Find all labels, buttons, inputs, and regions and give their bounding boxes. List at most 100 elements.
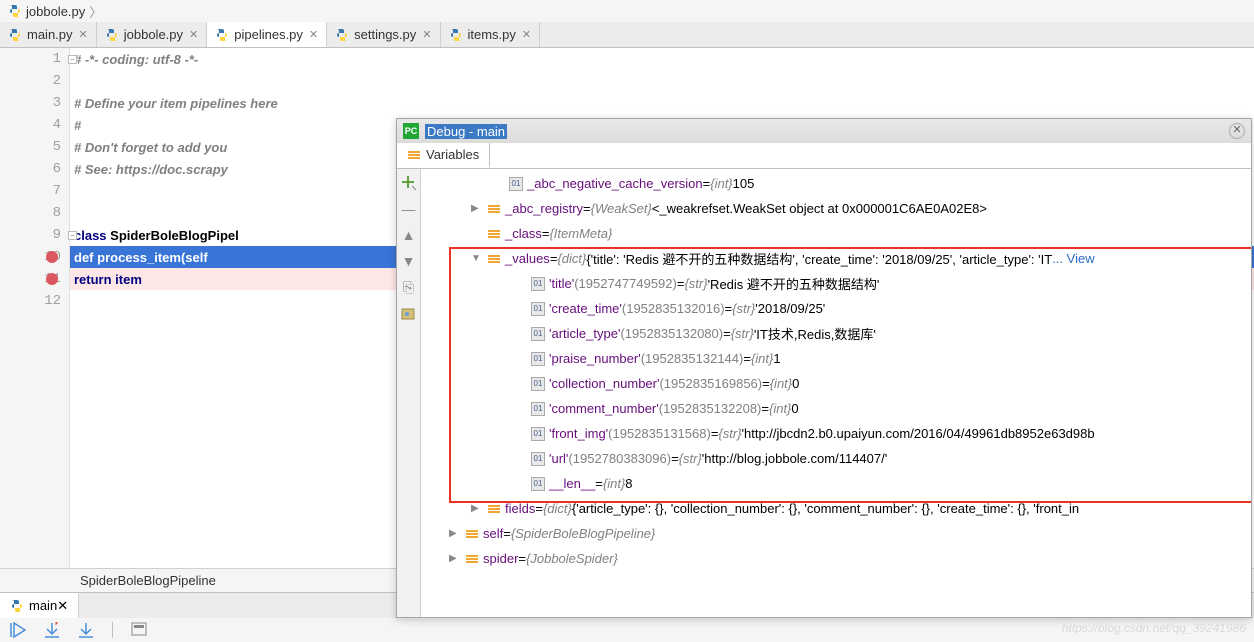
gutter-line[interactable]: 7 — [0, 180, 69, 202]
tab-jobbole-py[interactable]: jobbole.py ✕ — [97, 22, 208, 47]
code-line[interactable] — [70, 70, 1254, 92]
close-icon[interactable]: ✕ — [57, 598, 68, 614]
variable-row[interactable]: ▶_abc_registry = {WeakSet} <_weakrefset.… — [421, 196, 1251, 221]
variable-type: {int} — [603, 476, 625, 491]
tab-main-py[interactable]: main.py✕ — [0, 22, 97, 47]
variable-row[interactable]: 01'comment_number' (1952835132208) = {in… — [421, 396, 1251, 421]
step-into-icon[interactable] — [44, 622, 60, 638]
variable-value: 'http://blog.jobbole.com/114407/' — [702, 451, 887, 466]
evaluate-icon[interactable] — [131, 622, 147, 638]
gutter-line[interactable]: 1− — [0, 48, 69, 70]
variable-row[interactable]: ▼_values = {dict} {'title': 'Redis 避不开的五… — [421, 246, 1251, 271]
variable-row[interactable]: 01'front_img' (1952835131568) = {str} 'h… — [421, 421, 1251, 446]
expand-arrow-icon[interactable]: ▶ — [471, 503, 483, 514]
variable-address: (1952780383096) — [568, 451, 671, 466]
gutter-line[interactable]: 9− — [0, 224, 69, 246]
code-line[interactable]: # -*- coding: utf-8 -*- — [70, 48, 1254, 70]
gutter-line[interactable]: 2 — [0, 70, 69, 92]
variable-row[interactable]: ▶self = {SpiderBoleBlogPipeline} — [421, 521, 1251, 546]
tab-settings-py[interactable]: settings.py ✕ — [327, 22, 440, 47]
variable-name: _values — [505, 251, 550, 266]
variable-row[interactable]: 01__len__ = {int} 8 — [421, 471, 1251, 496]
breakpoint-icon[interactable] — [46, 273, 58, 285]
gutter-line[interactable]: 11 — [0, 268, 69, 290]
variable-row[interactable]: 01'collection_number' (1952835169856) = … — [421, 371, 1251, 396]
gutter-line[interactable]: 8 — [0, 202, 69, 224]
debug-title-text: Debug - main — [425, 124, 507, 139]
separator — [112, 622, 113, 638]
view-link[interactable]: ... View — [1052, 251, 1094, 266]
expand-arrow-icon[interactable]: ▶ — [449, 553, 461, 564]
gutter-line[interactable]: 4 — [0, 114, 69, 136]
variable-row[interactable]: 01'url' (1952780383096) = {str} 'http://… — [421, 446, 1251, 471]
up-icon[interactable]: ▲ — [401, 227, 417, 243]
close-icon[interactable]: ✕ — [522, 28, 531, 41]
remove-icon[interactable]: — — [401, 201, 417, 217]
variable-type: {str} — [679, 451, 702, 466]
python-file-icon — [10, 599, 24, 613]
expand-arrow-icon[interactable]: ▶ — [449, 528, 461, 539]
variable-address: (1952835132208) — [659, 401, 762, 416]
step-over-icon[interactable] — [78, 622, 94, 638]
equals: = — [743, 351, 751, 366]
gutter-line[interactable]: 12 — [0, 290, 69, 312]
close-icon[interactable]: ✕ — [309, 28, 318, 41]
variable-name: 'front_img' — [549, 426, 608, 441]
fold-icon[interactable]: − — [68, 231, 77, 240]
variable-value: 105 — [733, 176, 755, 191]
value-icon: 01 — [509, 177, 523, 191]
variable-row[interactable]: ▶spider = {JobboleSpider} — [421, 546, 1251, 571]
gutter: 1−23456789−101112 — [0, 48, 70, 568]
tab-pipelines-py[interactable]: pipelines.py✕ — [207, 22, 327, 47]
variable-row[interactable]: 01'create_time' (1952835132016) = {str} … — [421, 296, 1251, 321]
equals: = — [677, 276, 685, 291]
tab-label: settings.py — [354, 27, 416, 42]
dict-icon — [487, 252, 501, 266]
add-watch-icon[interactable] — [401, 175, 417, 191]
close-icon[interactable]: ✕ — [189, 28, 198, 41]
variable-address: (1952835132144) — [641, 351, 744, 366]
variable-row[interactable]: _class = {ItemMeta} — [421, 221, 1251, 246]
gutter-line[interactable]: 3 — [0, 92, 69, 114]
variable-row[interactable]: 01'praise_number' (1952835132144) = {int… — [421, 346, 1251, 371]
equals: = — [711, 426, 719, 441]
variable-name: self — [483, 526, 503, 541]
gutter-line[interactable]: 10 — [0, 246, 69, 268]
value-icon: 01 — [531, 452, 545, 466]
variables-tab[interactable]: Variables — [397, 143, 490, 168]
copy-icon[interactable]: ⎘ — [401, 279, 417, 295]
variable-tree[interactable]: 01_abc_negative_cache_version = {int} 10… — [421, 169, 1251, 617]
equals: = — [762, 376, 770, 391]
debug-titlebar[interactable]: PC Debug - main ✕ — [397, 119, 1251, 143]
run-tab-main[interactable]: main ✕ — [0, 593, 79, 618]
variable-row[interactable]: ▶fields = {dict} {'article_type': {}, 'c… — [421, 496, 1251, 521]
code-line[interactable]: # Define your item pipelines here — [70, 92, 1254, 114]
tab-label: jobbole.py — [124, 27, 183, 42]
variable-row[interactable]: 01_abc_negative_cache_version = {int} 10… — [421, 171, 1251, 196]
expand-arrow-icon[interactable]: ▼ — [471, 253, 483, 264]
variable-name: fields — [505, 501, 535, 516]
close-icon[interactable]: ✕ — [1229, 123, 1245, 139]
variable-value: 'Redis 避不开的五种数据结构' — [708, 274, 880, 293]
down-icon[interactable]: ▼ — [401, 253, 417, 269]
variable-row[interactable]: 01'article_type' (1952835132080) = {str}… — [421, 321, 1251, 346]
expand-arrow-icon[interactable]: ▶ — [471, 203, 483, 214]
breakpoint-icon[interactable] — [46, 251, 58, 263]
value-icon: 01 — [531, 402, 545, 416]
close-icon[interactable]: ✕ — [422, 28, 431, 41]
variable-value: 0 — [791, 401, 798, 416]
tab-items-py[interactable]: items.py✕ — [441, 22, 541, 47]
close-icon[interactable]: ✕ — [79, 28, 88, 41]
inspect-icon[interactable] — [401, 305, 417, 321]
python-file-icon — [215, 28, 229, 42]
fold-icon[interactable]: − — [68, 55, 77, 64]
gutter-line[interactable]: 5 — [0, 136, 69, 158]
resume-icon[interactable] — [10, 622, 26, 638]
gutter-line[interactable]: 6 — [0, 158, 69, 180]
variable-value: 'IT技术,Redis,数据库' — [754, 324, 876, 343]
equals: = — [703, 176, 711, 191]
variable-row[interactable]: 01'title' (1952747749592) = {str} 'Redis… — [421, 271, 1251, 296]
equals: = — [761, 401, 769, 416]
dict-icon — [487, 227, 501, 241]
context-label: SpiderBoleBlogPipeline — [80, 573, 216, 588]
